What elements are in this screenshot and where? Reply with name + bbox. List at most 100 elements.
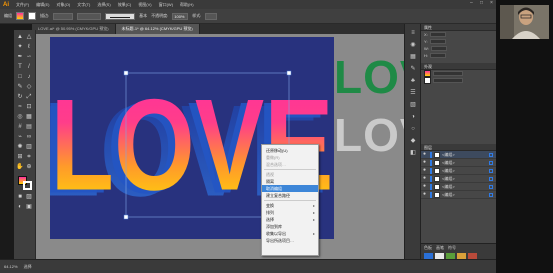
curvature-tool-icon[interactable]: ∽ [25, 54, 33, 61]
ctx-make-compound-path[interactable]: 建立复合路径 [262, 192, 318, 199]
tab-brushes[interactable]: 画笔 [436, 245, 444, 251]
pencil-tool-icon[interactable]: ✎ [16, 84, 24, 91]
slice-tool-icon[interactable]: ⌗ [25, 154, 33, 161]
mesh-tool-icon[interactable]: # [16, 124, 24, 131]
hand-tool-icon[interactable]: ✋ [16, 164, 24, 171]
layers-icon[interactable]: ◧ [409, 150, 417, 157]
artboard-tool-icon[interactable]: ⊞ [16, 154, 24, 161]
ctx-undo-move[interactable]: 还原移动(U) [262, 147, 318, 154]
direct-selection-tool-icon[interactable]: △ [25, 34, 33, 41]
ctx-isolate[interactable]: 隔离 [262, 178, 318, 185]
menu-select[interactable]: 选择(S) [97, 2, 110, 8]
appearance-icon[interactable]: ○ [409, 126, 417, 133]
eyedropper-tool-icon[interactable]: ⌁ [16, 134, 24, 141]
layer-row[interactable]: ● <编组> [421, 175, 496, 183]
ctx-collect-for-export[interactable]: 收集以导出 ▸ [262, 230, 318, 237]
gradient-tool-icon[interactable]: ▤ [25, 124, 33, 131]
ctx-transform[interactable]: 变换 ▸ [262, 202, 318, 209]
layer-target-icon[interactable] [489, 152, 493, 157]
symbol-sprayer-tool-icon[interactable]: ✺ [16, 144, 24, 151]
layer-target-icon[interactable] [489, 192, 493, 197]
green-love-text[interactable]: LOVE [334, 50, 404, 104]
y-field[interactable] [429, 39, 446, 44]
gradient-mode-icon[interactable]: ▨ [25, 194, 33, 201]
minimize-icon[interactable]: – [470, 1, 475, 6]
stroke-icon[interactable]: ☰ [409, 90, 417, 97]
ctx-arrange[interactable]: 排列 ▸ [262, 209, 318, 216]
ctx-select[interactable]: 选择 ▸ [262, 216, 318, 223]
swatches-icon[interactable]: ▦ [409, 54, 417, 61]
visibility-eye-icon[interactable]: ● [423, 192, 428, 197]
menu-help[interactable]: 帮助(H) [180, 2, 194, 8]
visibility-eye-icon[interactable]: ● [423, 152, 428, 157]
layer-row[interactable]: ● <编组> [421, 183, 496, 191]
visibility-eye-icon[interactable]: ● [423, 176, 428, 181]
appearance-fill-swatch[interactable] [424, 70, 431, 77]
width-tool-icon[interactable]: ≈ [16, 104, 24, 111]
appearance-fill-field[interactable] [433, 71, 463, 76]
canvas-workspace[interactable]: LOVE LOVE LOVE LOVE LOVE 还原移动(U) 重做(R) 混… [36, 34, 404, 259]
menu-window[interactable]: 窗口(W) [159, 2, 173, 8]
pen-tool-icon[interactable]: ✒ [16, 54, 24, 61]
scale-tool-icon[interactable]: ⤢ [25, 94, 33, 101]
stroke-weight-dropdown[interactable] [53, 12, 74, 20]
gradient-icon[interactable]: ▧ [409, 102, 417, 109]
stroke-color-box[interactable] [23, 181, 32, 190]
brush-definition-dropdown[interactable] [105, 12, 136, 20]
ctx-ungroup[interactable]: 取消编组 [262, 185, 318, 192]
fill-swatch[interactable] [16, 12, 24, 20]
properties-icon[interactable]: ≡ [409, 30, 417, 37]
free-transform-tool-icon[interactable]: ⊡ [25, 104, 33, 111]
stroke-swatch[interactable] [28, 12, 36, 20]
x-field[interactable] [429, 32, 446, 37]
brushes-icon[interactable]: ✎ [409, 66, 417, 73]
opacity-input[interactable]: 100% [172, 12, 189, 20]
layer-target-icon[interactable] [489, 184, 493, 189]
menu-type[interactable]: 文字(T) [77, 2, 90, 8]
perspective-tool-icon[interactable]: ▦ [25, 114, 33, 121]
visibility-eye-icon[interactable]: ● [423, 168, 428, 173]
layer-row[interactable]: ● <编组> [421, 159, 496, 167]
maximize-icon[interactable]: □ [480, 1, 485, 6]
color-mode-icon[interactable]: ■ [16, 194, 24, 201]
menu-object[interactable]: 对象(O) [56, 2, 70, 8]
graphic-style-dropdown[interactable] [205, 12, 218, 20]
ctx-export-selection[interactable]: 导出所选项目… [262, 237, 318, 244]
eraser-tool-icon[interactable]: ◇ [25, 84, 33, 91]
tab-untitled-doc[interactable]: 未标题-1* @ 64.12% (CMYK/GPU 预览) [115, 24, 200, 34]
shape-builder-tool-icon[interactable]: ◎ [16, 114, 24, 121]
ctx-perspective[interactable]: 透视 [262, 171, 318, 178]
menu-file[interactable]: 文件(F) [16, 2, 29, 8]
appearance-stroke-swatch[interactable] [424, 77, 431, 84]
appearance-stroke-field[interactable] [433, 78, 463, 83]
draw-mode-icon[interactable]: ◐ [16, 204, 24, 211]
color-icon[interactable]: ◉ [409, 42, 417, 49]
rectangle-tool-icon[interactable]: □ [16, 74, 24, 81]
w-field[interactable] [430, 46, 447, 51]
type-tool-icon[interactable]: T [16, 64, 24, 71]
tab-symbols[interactable]: 符号 [448, 245, 456, 251]
layer-row[interactable]: ● <编组> [421, 151, 496, 159]
layer-row[interactable]: ● <编组> [421, 191, 496, 199]
paintbrush-tool-icon[interactable]: ♪ [25, 74, 33, 81]
layer-row[interactable]: ● <编组> [421, 167, 496, 175]
rotate-tool-icon[interactable]: ↻ [16, 94, 24, 101]
menu-view[interactable]: 视图(V) [138, 2, 151, 8]
variable-width-dropdown[interactable] [77, 12, 102, 20]
graphic-styles-icon[interactable]: ◆ [409, 138, 417, 145]
graph-tool-icon[interactable]: ▥ [25, 144, 33, 151]
transparency-icon[interactable]: ◑ [409, 114, 417, 121]
close-icon[interactable]: × [490, 1, 495, 6]
selection-tool-icon[interactable]: ▲ [16, 34, 24, 41]
layer-target-icon[interactable] [489, 176, 493, 181]
ctx-add-to-library[interactable]: 添加到库 [262, 223, 318, 230]
app-logo[interactable]: Ai [0, 0, 12, 9]
ctx-redo[interactable]: 重做(R) [262, 154, 318, 161]
visibility-eye-icon[interactable]: ● [423, 160, 428, 165]
lasso-tool-icon[interactable]: ℓ [25, 44, 33, 51]
symbols-icon[interactable]: ♣ [409, 78, 417, 85]
layer-target-icon[interactable] [489, 160, 493, 165]
layer-target-icon[interactable] [489, 168, 493, 173]
blend-tool-icon[interactable]: ∞ [25, 134, 33, 141]
menu-edit[interactable]: 编辑(E) [36, 2, 49, 8]
